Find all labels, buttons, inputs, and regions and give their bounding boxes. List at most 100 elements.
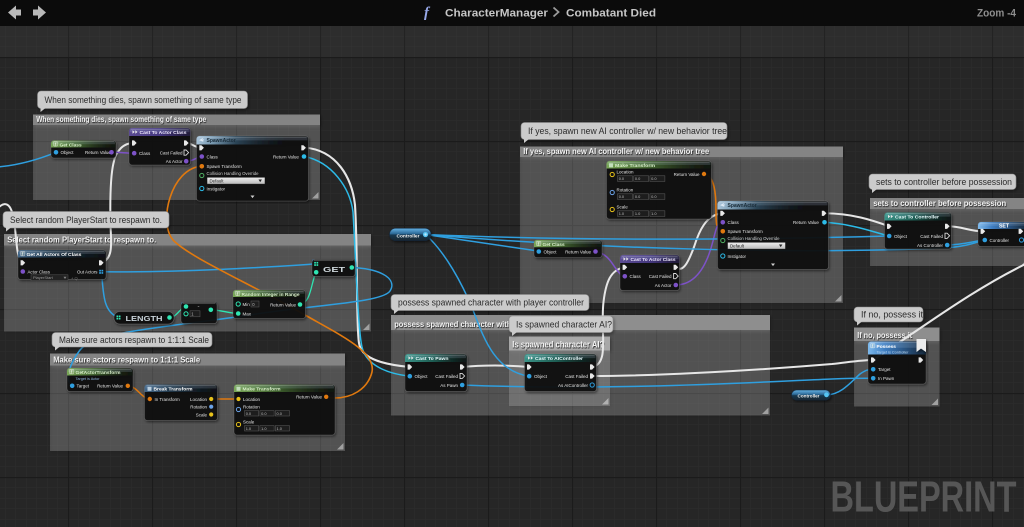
svg-text:Cast To Controller: Cast To Controller — [895, 214, 939, 219]
svg-text:Object: Object — [894, 234, 908, 239]
svg-text:Return Value: Return Value — [273, 154, 299, 159]
svg-text:LENGTH: LENGTH — [126, 314, 163, 323]
svg-text:Return Value: Return Value — [674, 172, 700, 177]
svg-text:0.0: 0.0 — [651, 176, 657, 181]
svg-text:Target is Actor: Target is Actor — [76, 377, 101, 381]
svg-text:Controller: Controller — [798, 393, 820, 398]
svg-text:Location: Location — [617, 169, 635, 174]
svg-text:Target is Controller: Target is Controller — [877, 351, 910, 355]
svg-text:Is spawned character AI?: Is spawned character AI? — [516, 319, 612, 329]
svg-text:Cast To Actor Class: Cast To Actor Class — [140, 130, 187, 135]
svg-text:If no, possess it: If no, possess it — [861, 310, 924, 320]
svg-text:Cast Failed: Cast Failed — [435, 374, 458, 379]
svg-text:Location: Location — [243, 397, 261, 402]
svg-text:possess spawned character with: possess spawned character with player co… — [398, 298, 584, 308]
svg-text:Get Class: Get Class — [543, 242, 565, 248]
svg-text:Location: Location — [190, 397, 208, 402]
svg-text:Make sure actors respawn to 1:: Make sure actors respawn to 1:1:1 Scale — [59, 335, 209, 345]
svg-text:Return Value: Return Value — [85, 150, 111, 155]
svg-text:Out Actors: Out Actors — [77, 269, 98, 274]
svg-text:0.0: 0.0 — [635, 194, 641, 199]
svg-text:Break Transform: Break Transform — [154, 387, 193, 392]
svg-text:Return Value: Return Value — [296, 395, 322, 400]
svg-text:1.0: 1.0 — [261, 426, 267, 431]
svg-text:As Pawn: As Pawn — [440, 383, 458, 388]
svg-text:Collision Handling Override: Collision Handling Override — [728, 236, 781, 241]
svg-text:GetActorTransform: GetActorTransform — [76, 370, 121, 375]
svg-text:0.0: 0.0 — [619, 194, 625, 199]
svg-text:Scale: Scale — [196, 412, 208, 417]
svg-text:Cast Failed: Cast Failed — [565, 374, 588, 379]
svg-text:0.0: 0.0 — [246, 411, 252, 416]
svg-text:As Actor: As Actor — [655, 283, 672, 288]
svg-text:Target: Target — [77, 384, 90, 389]
svg-text:Select random PlayerStart to r: Select random PlayerStart to respawn to. — [10, 215, 162, 225]
svg-text:0.0: 0.0 — [619, 176, 625, 181]
svg-text:Collision Handling Override: Collision Handling Override — [207, 171, 260, 176]
svg-text:Rotation: Rotation — [617, 187, 634, 192]
svg-text:Cast To AIController: Cast To AIController — [535, 356, 583, 361]
svg-text:Class: Class — [728, 220, 740, 225]
svg-text:1.0: 1.0 — [277, 426, 283, 431]
svg-text:As Actor: As Actor — [166, 159, 183, 164]
svg-text:Scale: Scale — [243, 419, 255, 424]
svg-text:As AIController: As AIController — [558, 383, 589, 388]
svg-text:Object: Object — [415, 374, 429, 379]
svg-text:CharacterManager: CharacterManager — [445, 8, 549, 20]
svg-text:When something dies, spawn som: When something dies, spawn something of … — [45, 95, 242, 105]
svg-text:Return Value: Return Value — [97, 384, 123, 389]
svg-text:Cast Failed: Cast Failed — [649, 274, 672, 279]
svg-text:1.0: 1.0 — [246, 426, 252, 431]
svg-text:If yes, spawn new AI controlle: If yes, spawn new AI controller w/ new b… — [523, 147, 710, 156]
svg-text:Cast Failed: Cast Failed — [920, 234, 943, 239]
svg-text:In Transform: In Transform — [155, 397, 181, 402]
svg-text:SET: SET — [999, 224, 1010, 230]
svg-text:Controller: Controller — [990, 238, 1010, 243]
svg-text:Get All Actors Of Class: Get All Actors Of Class — [27, 252, 82, 257]
svg-text:Class: Class — [630, 274, 642, 279]
svg-text:0.0: 0.0 — [651, 194, 657, 199]
svg-text:Default: Default — [210, 178, 225, 183]
svg-text:Controller: Controller — [397, 233, 420, 239]
svg-text:Scale: Scale — [617, 204, 629, 209]
svg-text:Zoom -4: Zoom -4 — [977, 8, 1017, 20]
svg-text:Max: Max — [243, 311, 252, 316]
svg-text:BLUEPRINT: BLUEPRINT — [831, 473, 1017, 522]
svg-text:Make Transform: Make Transform — [615, 163, 655, 169]
svg-text:Cast Failed: Cast Failed — [160, 150, 183, 155]
svg-text:Return Value: Return Value — [793, 220, 819, 225]
svg-text:Is spawned character AI?: Is spawned character AI? — [512, 340, 604, 350]
svg-text:0.0: 0.0 — [277, 411, 283, 416]
svg-text:1.0: 1.0 — [619, 211, 625, 216]
svg-text:Get Class: Get Class — [60, 142, 82, 148]
svg-text:Instigator: Instigator — [728, 254, 747, 259]
svg-text:GET: GET — [323, 265, 345, 274]
svg-text:sets to controller before poss: sets to controller before possession — [873, 199, 1006, 208]
svg-text:Default: Default — [730, 243, 745, 248]
svg-text:Spawn Transform: Spawn Transform — [207, 164, 243, 169]
svg-text:Combatant Died: Combatant Died — [566, 8, 656, 20]
svg-text:+ Q: + Q — [71, 276, 78, 281]
svg-text:Random Integer in Range: Random Integer in Range — [242, 292, 301, 297]
svg-text:-: - — [198, 304, 200, 310]
svg-text:Min: Min — [243, 302, 251, 307]
svg-text:1.0: 1.0 — [635, 211, 641, 216]
svg-text:1.0: 1.0 — [651, 211, 657, 216]
svg-text:SpawnActor: SpawnActor — [207, 138, 236, 144]
svg-text:Spawn Transform: Spawn Transform — [728, 229, 764, 234]
svg-text:Target: Target — [878, 367, 891, 372]
svg-text:When something dies, spawn som: When something dies, spawn something of … — [36, 115, 206, 124]
svg-text:In Pawn: In Pawn — [878, 376, 895, 381]
svg-text:Class: Class — [207, 154, 219, 159]
svg-text:0.0: 0.0 — [261, 411, 267, 416]
svg-text:Cast To Actor Class: Cast To Actor Class — [631, 257, 677, 262]
svg-text:Object: Object — [544, 249, 558, 254]
svg-text:Instigator: Instigator — [207, 186, 226, 191]
svg-text:Class: Class — [139, 151, 151, 156]
svg-text:PlayerStart: PlayerStart — [33, 275, 54, 280]
svg-text:Object: Object — [534, 374, 548, 379]
svg-text:Rotation: Rotation — [190, 405, 207, 410]
svg-text:Possess: Possess — [877, 344, 897, 350]
svg-text:Cast To Pawn: Cast To Pawn — [416, 356, 449, 361]
svg-text:Return Value: Return Value — [565, 249, 591, 254]
